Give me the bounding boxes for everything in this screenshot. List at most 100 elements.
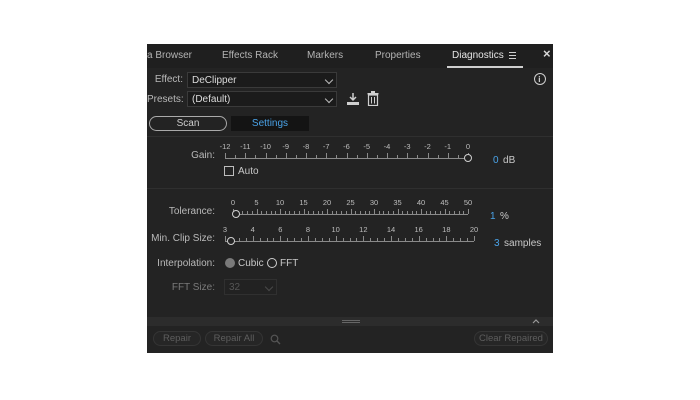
resize-grip-icon[interactable]: [342, 320, 360, 323]
tick-label: -9: [282, 142, 290, 151]
tick-label: 30: [369, 198, 379, 207]
tick-label: 45: [440, 198, 449, 207]
min-clip-size-slider[interactable]: 3 4 6 8 10 12 14 16 18 20: [217, 225, 487, 247]
tick-mark-minor: [336, 211, 338, 214]
resize-strip[interactable]: [147, 317, 553, 326]
tick-mark: [280, 209, 281, 214]
tick-mark-minor: [308, 211, 310, 214]
tick-mark-minor: [384, 238, 386, 241]
tick-label: 20: [322, 198, 332, 207]
auto-label: Auto: [238, 166, 259, 177]
min-clip-size-track[interactable]: [225, 241, 474, 242]
tick-mark: [285, 153, 287, 158]
tolerance-slider[interactable]: 0 5 10 15 20 25 30 35 40 45 50: [217, 198, 487, 220]
gain-slider[interactable]: -12 -11 -10 -9 -8 -7 -6 -5 -4 -3 -2 -1 0: [217, 142, 487, 164]
min-clip-size-label: Min. Clip Size:: [151, 233, 215, 244]
fft-size-dropdown[interactable]: 32: [224, 279, 277, 295]
tick-mark-minor: [439, 238, 441, 241]
min-clip-size-slider-thumb[interactable]: [227, 237, 235, 245]
tick-mark-minor: [359, 211, 361, 214]
tick-label: 25: [346, 198, 355, 207]
tolerance-label: Tolerance:: [168, 206, 215, 217]
tick-mark-minor: [298, 211, 300, 214]
tick-label: 12: [359, 225, 368, 234]
tick-mark-minor: [261, 211, 263, 214]
tick-mark-minor: [275, 155, 277, 158]
gain-track[interactable]: [225, 158, 468, 159]
auto-checkbox[interactable]: [224, 166, 234, 176]
tick-mark-minor: [416, 211, 418, 214]
save-preset-icon[interactable]: [346, 92, 360, 106]
info-icon[interactable]: i: [534, 73, 546, 85]
active-tab-indicator: [447, 66, 523, 68]
tick-label: 16: [414, 225, 423, 234]
clear-repaired-button[interactable]: Clear Repaired: [474, 331, 548, 346]
gain-readout[interactable]: 0 dB: [493, 150, 515, 168]
tick-label: 0: [230, 198, 236, 207]
repair-button[interactable]: Repair: [153, 331, 201, 346]
scan-button[interactable]: Scan: [149, 116, 227, 131]
effect-dropdown[interactable]: DeClipper: [187, 72, 337, 88]
tab-markers[interactable]: Markers: [307, 50, 343, 61]
tolerance-unit: %: [500, 211, 509, 222]
interpolation-label: Interpolation:: [157, 258, 215, 269]
tolerance-value[interactable]: 1: [490, 211, 496, 222]
tick-mark: [474, 236, 475, 241]
tick-label: -3: [403, 142, 411, 151]
tick-label: -6: [343, 142, 350, 151]
interpolation-cubic-radio[interactable]: [225, 258, 235, 268]
tab-diagnostics[interactable]: Diagnostics: [452, 50, 504, 61]
tick-label: -12: [219, 142, 231, 151]
tab-effects-rack[interactable]: Effects Rack: [222, 50, 278, 61]
divider: [147, 136, 553, 137]
gain-value[interactable]: 0: [493, 155, 499, 166]
tolerance-slider-thumb[interactable]: [232, 210, 240, 218]
tick-mark-minor: [294, 238, 296, 241]
tick-mark-minor: [392, 211, 394, 214]
chevron-up-icon[interactable]: [532, 319, 540, 324]
tick-mark-minor: [245, 238, 247, 241]
tick-mark-minor: [349, 238, 351, 241]
delete-preset-icon[interactable]: [367, 91, 379, 106]
tick-mark: [350, 209, 352, 214]
tick-mark-minor: [404, 238, 406, 241]
tab-properties[interactable]: Properties: [375, 50, 421, 61]
tick-mark-minor: [242, 211, 244, 214]
tick-mark: [391, 236, 392, 241]
tick-mark-minor: [370, 238, 372, 241]
settings-button[interactable]: Settings: [231, 116, 309, 131]
tick-mark: [326, 153, 328, 158]
tick-mark-minor: [284, 211, 286, 214]
tick-mark-minor: [376, 155, 378, 158]
tick-mark-minor: [364, 211, 366, 214]
tick-mark-minor: [417, 155, 419, 158]
tick-mark-minor: [355, 211, 357, 214]
panel-menu-icon[interactable]: [509, 52, 517, 61]
tick-label: 3: [222, 225, 228, 234]
tick-mark-minor: [397, 155, 399, 158]
tick-label: 50: [463, 198, 473, 207]
close-icon[interactable]: ×: [543, 46, 551, 61]
tick-mark-minor: [295, 155, 297, 158]
tick-label: -8: [302, 142, 310, 151]
min-clip-size-value[interactable]: 3: [494, 238, 500, 249]
chevron-down-icon: [264, 282, 274, 292]
repair-all-button[interactable]: Repair All: [205, 331, 263, 346]
diagnostics-panel: a Browser Effects Rack Markers Propertie…: [147, 44, 553, 353]
tick-mark-minor: [342, 238, 344, 241]
tick-mark: [468, 209, 469, 214]
tolerance-readout[interactable]: 1 %: [490, 206, 509, 224]
tab-media-browser[interactable]: a Browser: [147, 50, 192, 61]
gain-slider-thumb[interactable]: [464, 154, 472, 162]
tick-mark-minor: [458, 211, 460, 214]
tick-label: -1: [444, 142, 452, 151]
tolerance-track[interactable]: [233, 214, 468, 215]
min-clip-size-readout[interactable]: 3 samples: [494, 233, 541, 251]
interpolation-fft-radio[interactable]: [267, 258, 277, 268]
tick-label: 6: [278, 225, 283, 234]
interpolation-cubic-label: Cubic: [238, 258, 264, 269]
tick-mark-minor: [247, 211, 249, 214]
presets-dropdown[interactable]: (Default): [187, 91, 337, 107]
effect-value: DeClipper: [192, 75, 237, 86]
search-icon[interactable]: [270, 334, 281, 345]
